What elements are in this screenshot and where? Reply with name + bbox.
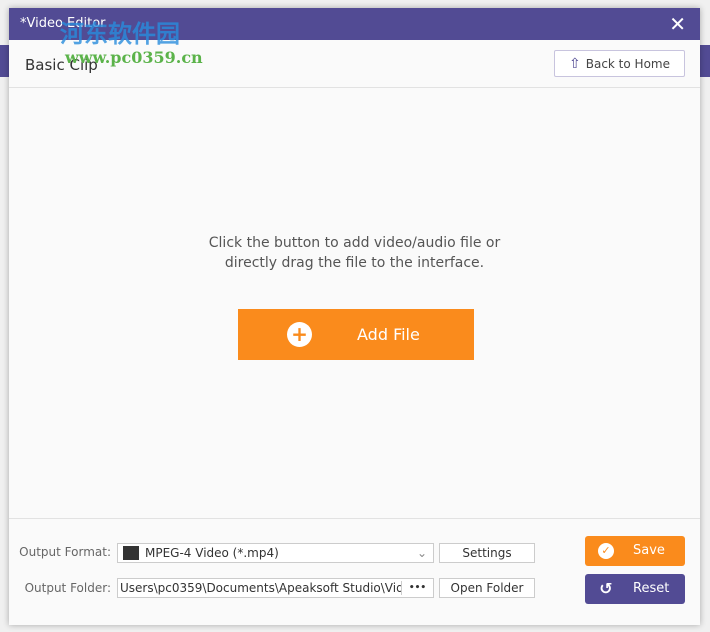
output-folder-label: Output Folder: (24, 581, 111, 595)
output-folder-input[interactable]: Users\pc0359\Documents\Apeaksoft Studio\… (117, 578, 434, 598)
reset-label: Reset (633, 581, 670, 596)
back-label: Back to Home (585, 56, 670, 71)
reset-icon: ↺ (599, 579, 613, 598)
watermark-url: www.pc0359.cn (65, 48, 203, 67)
home-icon: ⇧ (569, 55, 581, 72)
video-editor-dialog: *Video Editor ✕ Basic Clip ⇧ Back to Hom… (9, 8, 700, 625)
open-folder-button[interactable]: Open Folder (439, 578, 535, 598)
plus-icon: + (287, 322, 312, 347)
back-to-home-button[interactable]: ⇧ Back to Home (554, 50, 685, 77)
format-value: MPEG-4 Video (*.mp4) (145, 546, 279, 560)
output-format-label: Output Format: (19, 545, 111, 559)
hint-line-2: directly drag the file to the interface. (224, 255, 485, 271)
add-file-label: Add File (357, 325, 420, 344)
hint-line-1: Click the button to add video/audio file… (208, 235, 501, 251)
check-icon: ✓ (598, 543, 614, 559)
drop-hint: Click the button to add video/audio file… (9, 233, 700, 273)
reset-button[interactable]: ↺ Reset (585, 574, 685, 604)
folder-value: Users\pc0359\Documents\Apeaksoft Studio\… (120, 581, 402, 595)
settings-button[interactable]: Settings (439, 543, 535, 563)
add-file-button[interactable]: + Add File (238, 309, 474, 360)
browse-folder-button[interactable]: ••• (402, 583, 433, 593)
save-button[interactable]: ✓ Save (585, 536, 685, 566)
watermark-logo: 河东软件园 (60, 19, 180, 48)
film-icon (123, 546, 139, 560)
save-label: Save (633, 543, 665, 558)
drop-area[interactable]: Click the button to add video/audio file… (9, 88, 700, 518)
output-format-select[interactable]: MPEG-4 Video (*.mp4) ⌄ (117, 543, 434, 563)
close-icon[interactable]: ✕ (669, 12, 686, 36)
chevron-down-icon: ⌄ (416, 546, 427, 560)
footer: Output Format: MPEG-4 Video (*.mp4) ⌄ Se… (9, 518, 700, 625)
